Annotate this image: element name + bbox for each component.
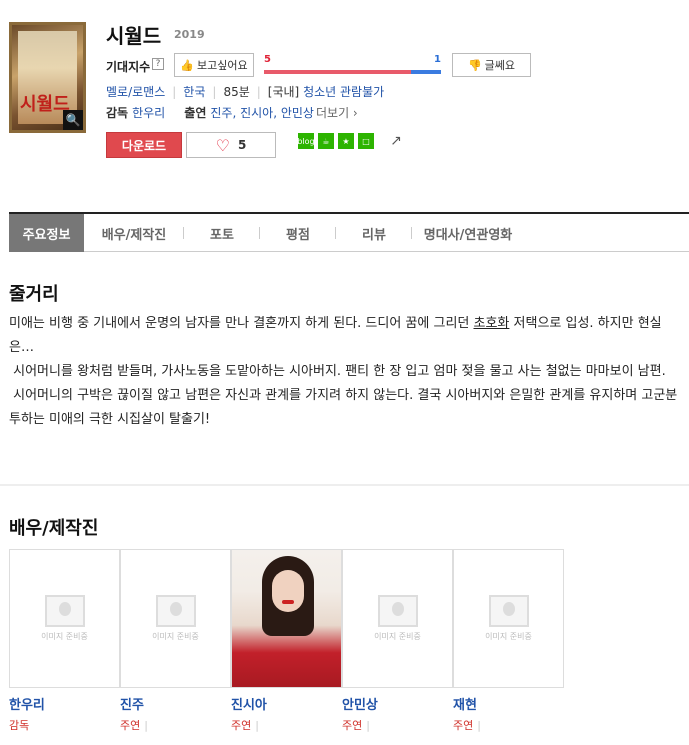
cast-photo-placeholder[interactable]: 이미지 준비중 xyxy=(342,549,453,688)
tab-quotes-related[interactable]: 명대사/연관영화 xyxy=(412,214,524,252)
divider: | xyxy=(212,85,217,99)
movie-poster[interactable]: 시월드 🔍 xyxy=(9,22,86,133)
no-image-icon xyxy=(155,595,196,627)
tab-main-info[interactable]: 주요정보 xyxy=(9,214,84,252)
star-icon[interactable]: ★ xyxy=(338,133,354,149)
runtime: 85분 xyxy=(223,85,250,99)
heart-icon: ♡ xyxy=(215,135,230,155)
genre-link[interactable]: 멜로/로맨스 xyxy=(106,85,165,99)
movie-year: 2019 xyxy=(174,28,205,41)
no-image-icon xyxy=(44,595,85,627)
expectation-label: 기대지수 xyxy=(106,60,151,74)
cast-card[interactable]: 진시아 주연 | xyxy=(231,549,342,733)
tab-rating[interactable]: 평점 xyxy=(260,214,336,252)
movie-title: 시월드 xyxy=(106,24,162,48)
download-button[interactable]: 다운로드 xyxy=(106,132,182,158)
director-link[interactable]: 한우리 xyxy=(132,106,165,120)
meh-count: 1 xyxy=(434,54,441,65)
help-icon[interactable]: ? xyxy=(152,58,164,70)
want-to-see-button[interactable]: 👍 보고싶어요 xyxy=(174,53,254,77)
share-bar: blog ☕ ★ □ ↗ xyxy=(297,133,406,149)
cast-card[interactable]: 이미지 준비중 안민상 주연 | xyxy=(342,549,453,733)
tab-photo[interactable]: 포토 xyxy=(184,214,260,252)
cast-photo[interactable] xyxy=(231,549,342,688)
tab-cast-crew[interactable]: 배우/제작진 xyxy=(84,214,184,252)
tab-review[interactable]: 리뷰 xyxy=(336,214,412,252)
cast-card[interactable]: 이미지 준비중 재현 주연 | xyxy=(453,549,564,733)
movie-meta: 멜로/로맨스 | 한국 | 85분 | [국내] 청소년 관람불가 xyxy=(106,83,384,100)
meh-button[interactable]: 👎 글쎄요 xyxy=(452,53,531,77)
divider: | xyxy=(172,85,177,99)
no-image-icon xyxy=(377,595,418,627)
cast-role: 주연 | xyxy=(453,719,481,732)
cast-name[interactable]: 재현 xyxy=(453,694,564,713)
cast-photo-placeholder[interactable]: 이미지 준비중 xyxy=(120,549,231,688)
synopsis-paragraph: 시어머니의 구박은 끊이질 않고 남편은 자신과 관계를 가지려 하지 않는다.… xyxy=(9,388,678,427)
cast-role: 주연 | xyxy=(120,719,148,732)
divider: | xyxy=(256,85,261,99)
section-divider xyxy=(0,484,689,486)
share-icon[interactable]: ↗ xyxy=(386,133,406,149)
thumbs-down-icon: 👎 xyxy=(467,58,482,72)
thumbs-up-icon: 👍 xyxy=(180,58,195,72)
cast-list: 이미지 준비중 한우리 감독 이미지 준비중 진주 주연 | 진시아 주연 | 이미… xyxy=(9,549,564,733)
rating-link[interactable]: 청소년 관람불가 xyxy=(303,85,384,99)
rating-prefix: [국내] xyxy=(267,85,300,99)
like-button[interactable]: ♡ 5 xyxy=(186,132,276,158)
cast-card[interactable]: 이미지 준비중 한우리 감독 xyxy=(9,549,120,733)
movie-credits: 감독 한우리 출연 진주, 진시아, 안민상 더보기 › xyxy=(106,104,358,121)
want-label: 보고싶어요 xyxy=(197,59,248,72)
cast-photo-placeholder[interactable]: 이미지 준비중 xyxy=(453,549,564,688)
cast-role: 주연 | xyxy=(231,719,259,732)
cast-links[interactable]: 진주, 진시아, 안민상 xyxy=(210,106,314,120)
cast-name[interactable]: 안민상 xyxy=(342,694,453,713)
more-link[interactable]: 더보기 › xyxy=(316,106,358,120)
zoom-icon[interactable]: 🔍 xyxy=(63,110,83,130)
square-icon[interactable]: □ xyxy=(358,133,374,149)
director-label: 감독 xyxy=(106,106,129,120)
expectation-bar-fill xyxy=(264,70,411,74)
cast-label: 출연 xyxy=(184,106,207,120)
cast-photo-placeholder[interactable]: 이미지 준비중 xyxy=(9,549,120,688)
synopsis-heading: 줄거리 xyxy=(9,284,59,305)
no-image-icon xyxy=(488,595,529,627)
synopsis-paragraph: 미애는 비행 중 기내에서 운명의 남자를 만나 결혼까지 하게 된다. 드디어… xyxy=(9,316,662,355)
like-count: 5 xyxy=(237,138,247,152)
cast-heading: 배우/제작진 xyxy=(9,518,99,539)
expectation-bar xyxy=(264,70,441,74)
synopsis-paragraph: 시어머니를 왕처럼 받들며, 가사노동을 도맡아하는 시아버지. 팬티 한 장 … xyxy=(9,364,666,379)
cast-role: 주연 | xyxy=(342,719,370,732)
cafe-icon[interactable]: ☕ xyxy=(318,133,334,149)
want-count: 5 xyxy=(264,54,271,65)
cast-card[interactable]: 이미지 준비중 진주 주연 | xyxy=(120,549,231,733)
blog-icon[interactable]: blog xyxy=(297,133,315,149)
cast-name[interactable]: 한우리 xyxy=(9,694,120,713)
cast-role: 감독 xyxy=(9,719,30,732)
cast-name[interactable]: 진시아 xyxy=(231,694,342,713)
meh-label: 글쎄요 xyxy=(484,59,516,72)
cast-name[interactable]: 진주 xyxy=(120,694,231,713)
synopsis-text: 미애는 비행 중 기내에서 운명의 남자를 만나 결혼까지 하게 된다. 드디어… xyxy=(9,312,679,432)
tab-bar: 주요정보 배우/제작진 포토 평점 리뷰 명대사/연관영화 xyxy=(9,212,689,252)
country-link[interactable]: 한국 xyxy=(183,85,205,99)
